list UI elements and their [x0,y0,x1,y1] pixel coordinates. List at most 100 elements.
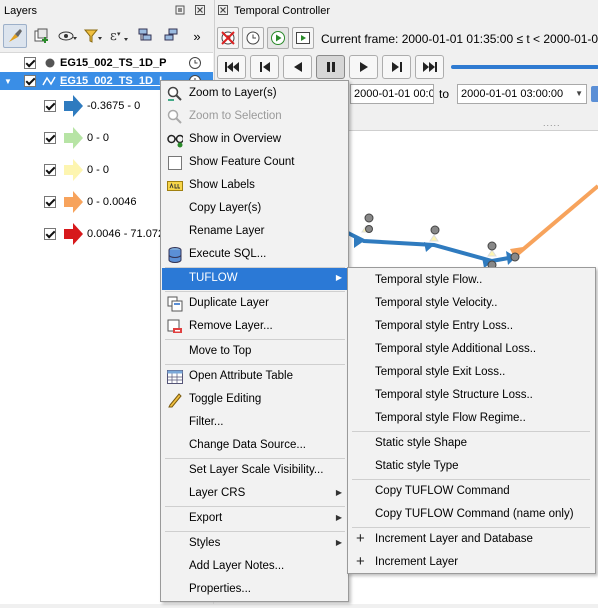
submenu-item-label: Increment Layer and Database [375,533,533,545]
movie-mode-button[interactable] [292,27,314,49]
rewind-to-start-button[interactable] [217,55,246,79]
submenu-item-temporal-flow[interactable]: Temporal style Flow.. [349,270,595,292]
legend-item-checkbox[interactable] [44,132,56,144]
submenu-item-increment-layer-and-database[interactable]: + Increment Layer and Database [349,529,595,551]
menu-item-zoom-to-layer[interactable]: Zoom to Layer(s) [162,83,348,105]
resize-grip-icon[interactable]: ..... [543,118,561,128]
collapse-all-icon[interactable] [159,24,183,48]
frame-slider[interactable] [451,65,598,69]
filter-legend-icon[interactable] [81,24,105,48]
legend-item-checkbox[interactable] [44,164,56,176]
menu-item-rename-layer[interactable]: Rename Layer [162,221,348,243]
menu-item-tuflow[interactable]: TUFLOW ▶ [162,268,348,290]
menu-item-change-data-source[interactable]: Change Data Source... [162,435,348,457]
menu-item-copy-layers[interactable]: Copy Layer(s) [162,198,348,220]
submenu-item-temporal-structure-loss[interactable]: Temporal style Structure Loss.. [349,385,595,407]
range-start-field[interactable]: 2000-01-01 00:00:00 [350,84,434,104]
legend-item-checkbox[interactable] [44,196,56,208]
visibility-eye-icon[interactable] [55,24,79,48]
submenu-item-temporal-velocity[interactable]: Temporal style Velocity.. [349,293,595,315]
expand-all-icon[interactable] [133,24,157,48]
menu-separator [165,339,345,340]
animated-mode-button[interactable] [267,27,289,49]
submenu-item-temporal-flow-regime[interactable]: Temporal style Flow Regime.. [349,408,595,430]
menu-item-label: Copy Layer(s) [189,202,262,214]
add-group-icon[interactable] [29,24,53,48]
menu-item-show-in-overview[interactable]: Show in Overview [162,129,348,151]
filter-expression-icon[interactable]: ε ▾ [107,24,131,48]
legend-item-checkbox[interactable] [44,100,56,112]
submenu-item-copy-tuflow-command[interactable]: Copy TUFLOW Command [349,481,595,503]
submenu-item-increment-layer[interactable]: + Increment Layer [349,552,595,574]
menu-separator [165,291,345,292]
range-start-value: 2000-01-01 00:00:00 [354,88,434,100]
float-panel-icon[interactable] [174,5,186,17]
submenu-item-static-shape[interactable]: Static style Shape [349,433,595,455]
menu-separator [352,527,590,528]
collapse-arrow-icon[interactable]: ▼ [3,77,13,86]
menu-item-add-layer-notes[interactable]: Add Layer Notes... [162,556,348,578]
disable-temporal-button[interactable] [217,27,239,49]
close-panel-icon[interactable] [194,5,206,17]
toolbar-overflow-icon[interactable]: » [185,24,209,48]
submenu-item-label: Temporal style Additional Loss.. [375,343,537,355]
menu-item-zoom-to-selection[interactable]: Zoom to Selection [162,106,348,128]
layer-visibility-checkbox[interactable] [24,75,36,87]
arrow-symbol-icon [64,159,83,181]
menu-item-open-attribute-table[interactable]: Open Attribute Table [162,366,348,388]
menu-item-show-feature-count[interactable]: Show Feature Count [162,152,348,174]
style-manager-icon[interactable] [3,24,27,48]
submenu-item-temporal-exit-loss[interactable]: Temporal style Exit Loss.. [349,362,595,384]
menu-item-styles[interactable]: Styles ▶ [162,533,348,555]
submenu-item-copy-tuflow-command-name-only[interactable]: Copy TUFLOW Command (name only) [349,504,595,526]
refresh-icon[interactable] [591,86,598,102]
menu-item-label: Change Data Source... [189,439,306,451]
close-panel-icon[interactable] [217,5,229,17]
menu-item-execute-sql[interactable]: Execute SQL... [162,244,348,266]
submenu-item-static-type[interactable]: Static style Type [349,456,595,478]
play-icon [359,62,368,72]
menu-item-show-labels[interactable]: Show Labels [162,175,348,197]
menu-item-set-layer-scale-visibility[interactable]: Set Layer Scale Visibility... [162,460,348,482]
menu-item-export[interactable]: Export ▶ [162,508,348,530]
menu-item-label: Execute SQL... [189,248,267,260]
table-icon [167,369,183,385]
legend-label: -0.3675 - 0 [87,100,141,112]
submenu-item-label: Copy TUFLOW Command (name only) [375,508,574,520]
menu-item-layer-crs[interactable]: Layer CRS ▶ [162,483,348,505]
layer-visibility-checkbox[interactable] [24,57,36,69]
submenu-item-temporal-additional-loss[interactable]: Temporal style Additional Loss.. [349,339,595,361]
submenu-arrow-icon: ▶ [335,273,342,282]
layer-name: EG15_002_TS_1D_L [60,75,166,87]
menu-item-properties[interactable]: Properties... [162,579,348,601]
skip-to-end-button[interactable] [415,55,444,79]
menu-item-toggle-editing[interactable]: Toggle Editing [162,389,348,411]
menu-item-duplicate-layer[interactable]: Duplicate Layer [162,293,348,315]
legend-item-checkbox[interactable] [44,228,56,240]
menu-item-label: Zoom to Selection [189,110,282,122]
menu-item-label: Show in Overview [189,133,282,145]
temporal-clock-icon [189,57,201,69]
menu-item-label: Set Layer Scale Visibility... [189,464,324,476]
previous-frame-button[interactable] [250,55,279,79]
blue-arrow-head [354,234,364,248]
fixed-range-button[interactable] [242,27,264,49]
arrow-symbol-icon [64,223,83,245]
submenu-item-label: Static style Type [375,460,459,472]
layer-row[interactable]: EG15_002_TS_1D_P [0,54,213,72]
menu-item-label: Layer CRS [189,487,246,499]
menu-item-filter[interactable]: Filter... [162,412,348,434]
yellow-marker [429,234,439,242]
menu-item-remove-layer[interactable]: Remove Layer... [162,316,348,338]
menu-item-label: Move to Top [189,345,252,357]
next-frame-button[interactable] [382,55,411,79]
menu-item-move-to-top[interactable]: Move to Top [162,341,348,363]
range-end-field[interactable]: 2000-01-01 03:00:00 ▼ [457,84,587,104]
play-backward-button[interactable] [283,55,312,79]
dropdown-arrow-icon[interactable]: ▼ [575,85,583,103]
play-forward-button[interactable] [349,55,378,79]
disable-clock-icon [221,31,235,45]
pause-button[interactable] [316,55,345,79]
submenu-item-temporal-entry-loss[interactable]: Temporal style Entry Loss.. [349,316,595,338]
menu-separator [165,458,345,459]
